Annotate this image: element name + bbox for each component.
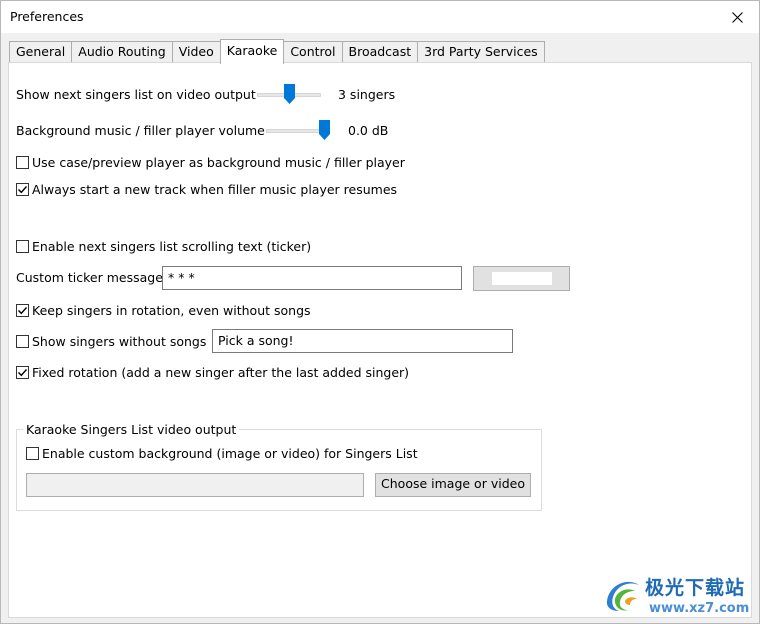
tab-3rd-party-services[interactable]: 3rd Party Services [417,41,545,63]
custom-bg-option[interactable]: Enable custom background (image or video… [26,446,418,461]
slider-thumb[interactable] [284,84,295,104]
fixed-rotation-option[interactable]: Fixed rotation (add a new singer after t… [16,365,409,380]
next-singers-slider[interactable] [257,84,321,104]
bg-volume-value: 0.0 dB [348,123,389,138]
keep-rotation-checkbox[interactable] [16,304,29,317]
always-new-track-checkbox[interactable] [16,183,29,196]
show-without-songs-checkbox[interactable] [16,335,29,348]
use-cue-player-option[interactable]: Use case/preview player as background mu… [16,155,405,170]
checkmark-icon [18,307,28,315]
preferences-window: Preferences General Audio Routing Video … [0,0,760,624]
tab-bar: General Audio Routing Video Karaoke Cont… [9,39,545,64]
checkmark-icon [18,369,28,377]
fixed-rotation-checkbox[interactable] [16,366,29,379]
use-cue-player-checkbox[interactable] [16,156,29,169]
watermark-url: www.xz7.com [649,601,750,616]
show-without-songs-label: Show singers without songs [32,334,207,349]
ticker-message-row: Custom ticker message [16,270,163,285]
bg-volume-slider[interactable] [266,120,330,140]
next-singers-label: Show next singers list on video output [16,87,256,102]
singers-list-groupbox [16,429,542,511]
next-singers-value-row: 3 singers [338,87,395,102]
ticker-message-label: Custom ticker message [16,270,163,285]
ticker-color-button[interactable] [473,266,570,291]
keep-rotation-label: Keep singers in rotation, even without s… [32,303,311,318]
fixed-rotation-label: Fixed rotation (add a new singer after t… [32,365,410,380]
checkmark-icon [18,186,28,194]
window-title: Preferences [10,9,84,24]
bg-volume-label: Background music / filler player volume [16,123,265,138]
tab-audio-routing[interactable]: Audio Routing [71,41,173,63]
custom-bg-checkbox[interactable] [26,447,39,460]
tab-karaoke[interactable]: Karaoke [219,39,285,64]
watermark: 极光下载站 www.xz7.com [599,571,759,623]
aurora-logo-icon [606,578,640,612]
karaoke-panel: Show next singers list on video output 3… [8,62,752,618]
tab-video[interactable]: Video [171,41,221,63]
bg-volume-row: Background music / filler player volume [16,123,265,138]
always-new-track-option[interactable]: Always start a new track when filler mus… [16,182,397,197]
no-song-text-input[interactable]: Pick a song! [212,329,513,353]
close-button[interactable] [715,1,759,33]
singers-list-group-title: Karaoke Singers List video output [23,422,240,437]
slider-thumb[interactable] [319,120,330,140]
background-path-field[interactable] [26,473,364,497]
ticker-message-input[interactable]: * * * [162,266,462,290]
enable-ticker-option[interactable]: Enable next singers list scrolling text … [16,239,311,254]
choose-image-video-button[interactable]: Choose image or video [375,473,531,497]
always-new-track-label: Always start a new track when filler mus… [32,182,398,197]
use-cue-player-label: Use case/preview player as background mu… [32,155,405,170]
custom-bg-label: Enable custom background (image or video… [42,446,418,461]
title-bar: Preferences [1,1,759,33]
enable-ticker-label: Enable next singers list scrolling text … [32,239,312,254]
bg-volume-value-row: 0.0 dB [348,123,388,138]
tab-general[interactable]: General [9,41,73,63]
ticker-color-swatch [492,272,552,285]
next-singers-value: 3 singers [338,87,396,102]
show-without-songs-option[interactable]: Show singers without songs [16,334,206,349]
enable-ticker-checkbox[interactable] [16,240,29,253]
next-singers-row: Show next singers list on video output [16,87,256,102]
tab-broadcast[interactable]: Broadcast [341,41,419,63]
keep-rotation-option[interactable]: Keep singers in rotation, even without s… [16,303,311,318]
watermark-name: 极光下载站 [645,577,746,599]
tab-control[interactable]: Control [283,41,343,63]
close-icon [731,11,743,23]
